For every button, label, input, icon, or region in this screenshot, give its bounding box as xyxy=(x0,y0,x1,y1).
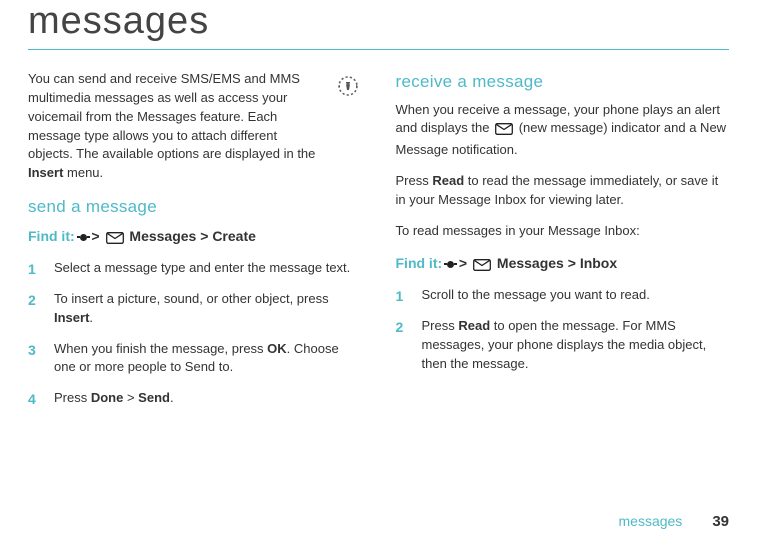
done-label: Done xyxy=(91,390,124,405)
list-item: To insert a picture, sound, or other obj… xyxy=(28,290,362,328)
receive-steps: Scroll to the message you want to read. … xyxy=(396,286,730,373)
left-column: You can send and receive SMS/EMS and MMS… xyxy=(28,70,362,420)
find-it-label: Find it: xyxy=(396,255,447,271)
list-item: Press Read to open the message. For MMS … xyxy=(396,317,730,374)
envelope-icon xyxy=(495,122,513,141)
path-sep: > xyxy=(564,255,580,271)
messages-label: Messages xyxy=(493,255,564,271)
path-sep: > xyxy=(455,255,471,271)
center-key-icon xyxy=(447,261,454,268)
messages-label: Messages xyxy=(126,228,197,244)
find-it-label: Find it: xyxy=(28,228,79,244)
right-column: receive a message When you receive a mes… xyxy=(396,70,730,420)
receive-p1: When you receive a message, your phone p… xyxy=(396,101,730,161)
receive-heading: receive a message xyxy=(396,70,730,95)
center-key-icon xyxy=(80,234,87,241)
path-sep: > xyxy=(196,228,212,244)
envelope-icon xyxy=(106,229,124,249)
send-label: Send xyxy=(138,390,170,405)
footer-section-label: messages xyxy=(619,513,683,529)
list-item: When you finish the message, press OK. C… xyxy=(28,340,362,378)
read-label: Read xyxy=(458,318,490,333)
send-find-it: Find it: > Messages > Create xyxy=(28,226,362,249)
read-label: Read xyxy=(432,173,464,188)
step-text: Press xyxy=(422,318,459,333)
send-find-it-path: > Messages > Create xyxy=(79,228,256,244)
intro-text-before: You can send and receive SMS/EMS and MMS… xyxy=(28,71,315,161)
divider xyxy=(28,49,729,50)
send-heading: send a message xyxy=(28,195,362,220)
path-sep: > xyxy=(88,228,104,244)
receive-p3: To read messages in your Message Inbox: xyxy=(396,222,730,241)
list-item: Scroll to the message you want to read. xyxy=(396,286,730,305)
network-dependent-icon xyxy=(334,72,362,106)
p2-text-a: Press xyxy=(396,173,433,188)
step-text: To insert a picture, sound, or other obj… xyxy=(54,291,329,306)
receive-find-it-path: > Messages > Inbox xyxy=(446,255,617,271)
content-columns: You can send and receive SMS/EMS and MMS… xyxy=(28,70,729,420)
envelope-icon xyxy=(473,256,491,276)
step-text: When you finish the message, press xyxy=(54,341,267,356)
inbox-label: Inbox xyxy=(580,255,617,271)
create-label: Create xyxy=(212,228,256,244)
receive-find-it: Find it: > Messages > Inbox xyxy=(396,253,730,276)
step-text: Press xyxy=(54,390,91,405)
page-title: messages xyxy=(28,0,729,43)
list-item: Press Done > Send. xyxy=(28,389,362,408)
step-text: . xyxy=(170,390,174,405)
receive-p2: Press Read to read the message immediate… xyxy=(396,172,730,210)
send-steps: Select a message type and enter the mess… xyxy=(28,259,362,408)
intro-insert-label: Insert xyxy=(28,165,63,180)
ok-label: OK xyxy=(267,341,287,356)
list-item: Select a message type and enter the mess… xyxy=(28,259,362,278)
intro-text-after: menu. xyxy=(63,165,103,180)
step-text: Scroll to the message you want to read. xyxy=(422,287,650,302)
step-text: > xyxy=(123,390,138,405)
intro-paragraph: You can send and receive SMS/EMS and MMS… xyxy=(28,70,362,183)
step-text: . xyxy=(89,310,93,325)
footer-page-number: 39 xyxy=(712,513,729,530)
page-footer: messages 39 xyxy=(619,513,730,530)
insert-label: Insert xyxy=(54,310,89,325)
step-text: Select a message type and enter the mess… xyxy=(54,260,350,275)
